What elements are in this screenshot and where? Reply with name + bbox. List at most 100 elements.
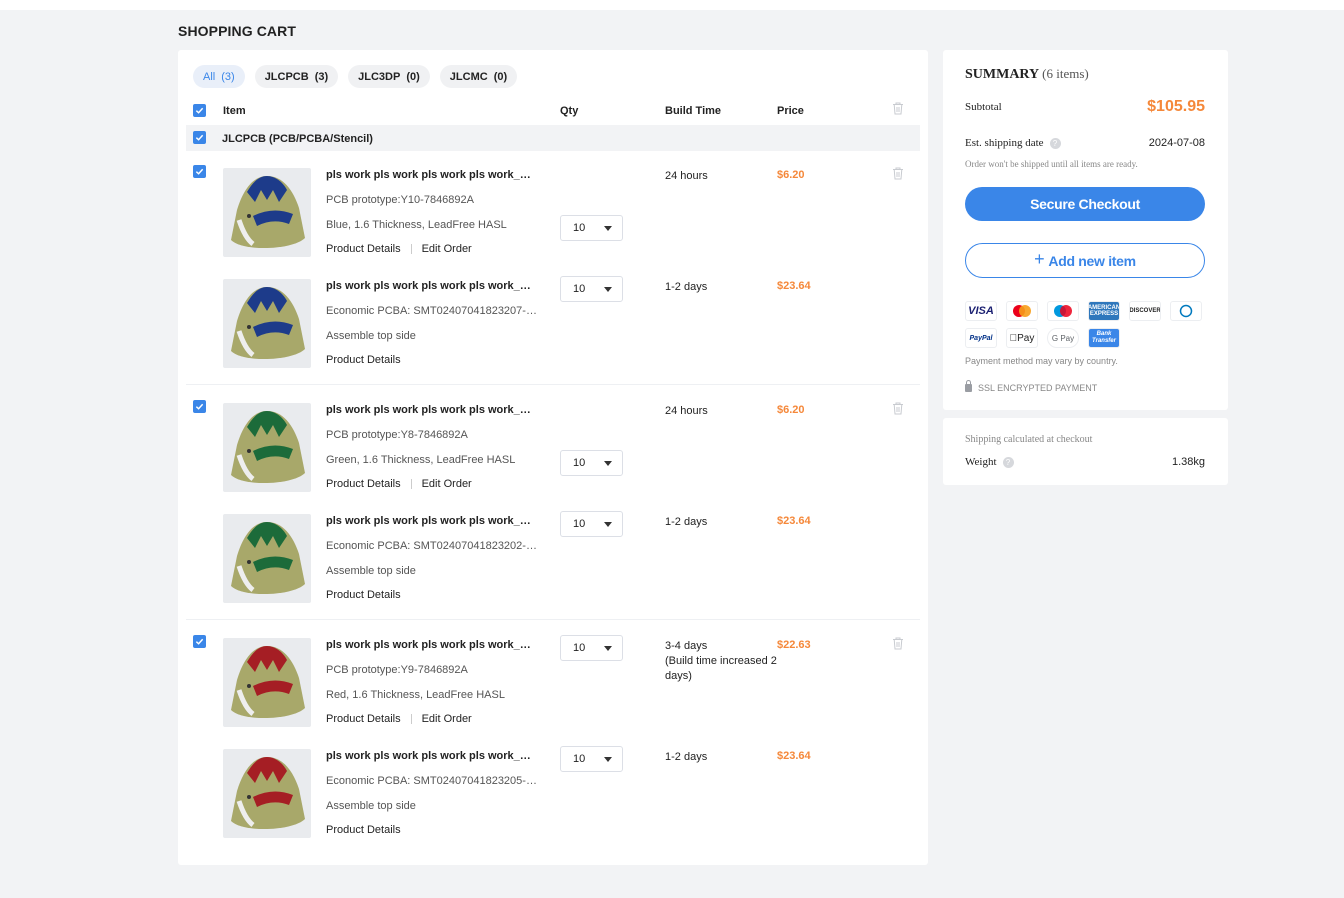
pcb-thumbnail[interactable] [223,168,311,257]
cart-item-pcb: pls work pls work pls work pls work_PCB_… [178,400,928,510]
google-pay-icon: G Pay [1047,328,1079,348]
chevron-down-icon [604,646,612,651]
payment-methods-row-1: VISA AMERICAN EXPRESS DISCOVER [965,301,1202,321]
shipping-date-text: Est. shipping date [965,137,1044,149]
qty-select[interactable]: 10 [560,635,623,661]
item-name: pls work pls work pls work pls work_PCB_… [326,750,538,762]
item-spec: PCB prototype:Y8-7846892A [326,429,468,441]
qty-select[interactable]: 10 [560,215,623,241]
qty-value: 10 [573,457,586,469]
qty-select[interactable]: 10 [560,276,623,302]
qty-value: 10 [573,518,586,530]
item-name: pls work pls work pls work pls work_PCB_… [326,639,538,651]
qty-select[interactable]: 10 [560,746,623,772]
help-icon[interactable]: ? [1002,456,1014,468]
help-icon[interactable]: ? [1049,137,1061,149]
filter-label: JLCPCB [264,70,309,83]
maestro-icon [1047,301,1079,321]
link-separator [410,714,412,724]
build-time: 3-4 days (Build time increased 2 days) [665,639,777,684]
build-time-value: 24 hours [665,170,708,182]
filter-count: (3) [221,70,235,83]
payment-note: Payment method may vary by country. [965,356,1118,366]
order-divider [186,384,920,385]
item-links: Product Details [326,824,401,836]
product-details-link[interactable]: Product Details [326,713,401,725]
add-new-item-button[interactable]: + Add new item [965,243,1205,278]
build-time-note: (Build time increased 2 days) [665,655,777,682]
ssl-text: SSL ENCRYPTED PAYMENT [978,383,1098,393]
secure-checkout-button[interactable]: Secure Checkout [965,187,1205,221]
shipping-date-value: 2024-07-08 [1148,137,1205,149]
column-price: Price [777,105,804,117]
cart-panel: All (3) JLCPCB (3) JLC3DP (0) JLCMC (0) Item… [178,50,928,865]
edit-order-link[interactable]: Edit Order [422,478,472,490]
weight-value: 1.38kg [1171,456,1205,468]
item-options: Assemble top side [326,330,416,342]
page-title: SHOPPING CART [178,23,296,39]
product-details-link[interactable]: Product Details [326,243,401,255]
order-divider [186,619,920,620]
item-spec: PCB prototype:Y10-7846892A [326,194,474,206]
amex-icon: AMERICAN EXPRESS [1088,301,1120,321]
qty-select[interactable]: 10 [560,511,623,537]
apple-logo-icon:  [1010,333,1018,344]
cart-item-pcba: pls work pls work pls work pls work_PCB_… [178,746,928,856]
chevron-down-icon [604,757,612,762]
edit-order-link[interactable]: Edit Order [422,243,472,255]
item-name: pls work pls work pls work pls work_PCB_… [326,169,538,181]
ssl-notice: SSL ENCRYPTED PAYMENT [965,380,1098,393]
chevron-down-icon [604,522,612,527]
qty-select[interactable]: 10 [560,450,623,476]
filter-jlc3dp[interactable]: JLC3DP (0) [348,65,430,88]
edit-order-link[interactable]: Edit Order [422,713,472,725]
chevron-down-icon [604,461,612,466]
item-price: $6.20 [777,169,805,181]
select-all-checkbox[interactable] [193,104,206,117]
group-checkbox[interactable] [193,131,206,144]
item-price: $22.63 [777,639,811,651]
qty-value: 10 [573,753,586,765]
cart-item-pcb: pls work pls work pls work pls work_PCB_… [178,165,928,275]
weight-label: Weight? [965,456,1014,468]
item-links: Product Details Edit Order [326,713,472,725]
product-details-link[interactable]: Product Details [326,354,401,366]
pcba-thumbnail[interactable] [223,279,311,368]
qty-value: 10 [573,283,586,295]
shipping-box: Shipping calculated at checkout Weight? … [943,418,1228,485]
column-qty: Qty [560,105,579,117]
subtotal-value: $105.95 [1147,98,1205,115]
item-spec: Economic PCBA: SMT02407041823205-7846892… [326,775,538,787]
filter-all[interactable]: All (3) [193,65,245,88]
cart-item-pcb: pls work pls work pls work pls work_PCB_… [178,635,928,745]
shipping-date-label: Est. shipping date? [965,137,1061,149]
qty-value: 10 [573,642,586,654]
build-time: 1-2 days [665,751,708,763]
filter-jlcmc[interactable]: JLCMC (0) [439,65,518,88]
pcba-thumbnail[interactable] [223,514,311,603]
item-options: Red, 1.6 Thickness, LeadFree HASL [326,689,505,701]
filter-tabs: All (3) JLCPCB (3) JLC3DP (0) JLCMC (0) [193,65,518,88]
chevron-down-icon [604,226,612,231]
add-new-item-label: Add new item [1048,252,1136,269]
item-spec: PCB prototype:Y9-7846892A [326,664,468,676]
item-links: Product Details [326,354,401,366]
summary-title: SUMMARY (6 items) [965,66,1089,83]
build-time-value: 24 hours [665,405,708,417]
pcb-thumbnail[interactable] [223,638,311,727]
payment-methods-row-2: PayPal Pay G Pay Bank Transfer [965,328,1120,348]
qty-value: 10 [573,222,586,234]
product-details-link[interactable]: Product Details [326,824,401,836]
filter-label: All [203,70,216,83]
pcb-thumbnail[interactable] [223,403,311,492]
paypal-icon: PayPal [965,328,997,348]
filter-count: (3) [314,70,329,83]
pcba-thumbnail[interactable] [223,749,311,838]
diners-club-icon [1170,301,1202,321]
delete-all-trash-icon[interactable] [892,102,904,115]
product-details-link[interactable]: Product Details [326,478,401,490]
cart-item-pcba: pls work pls work pls work pls work_PCB_… [178,511,928,621]
product-details-link[interactable]: Product Details [326,589,401,601]
filter-jlcpcb[interactable]: JLCPCB (3) [254,65,339,88]
mastercard-icon [1006,301,1038,321]
